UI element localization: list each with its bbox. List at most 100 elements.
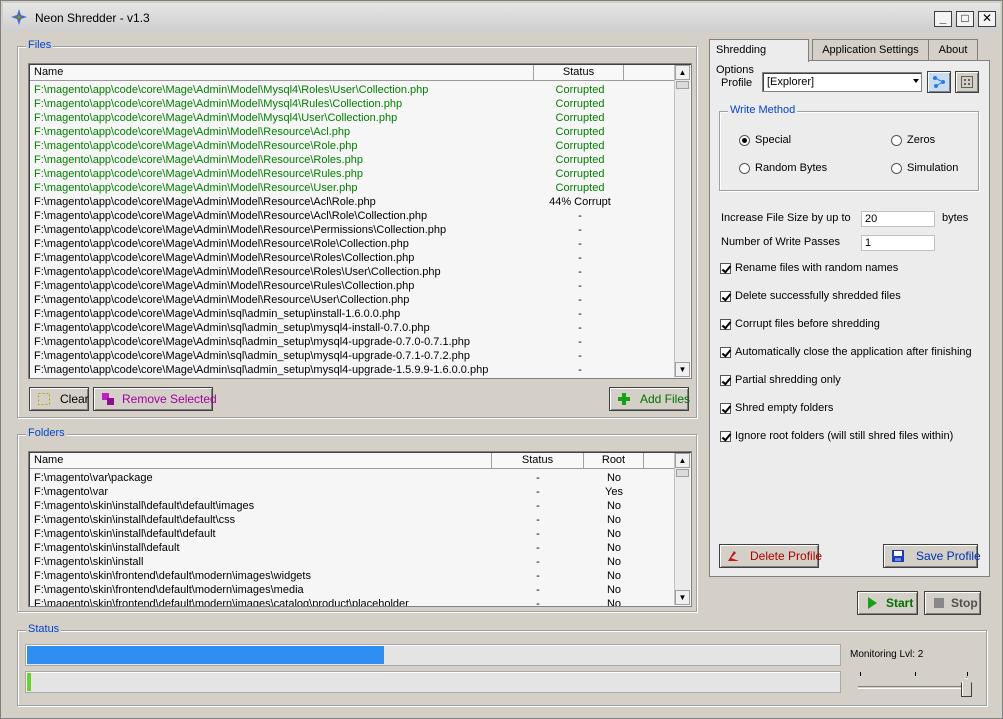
method-zeros-label[interactable]: Zeros: [907, 134, 935, 146]
start-button[interactable]: Start: [857, 591, 918, 615]
folder-row[interactable]: F:\magento\skin\install\default\default\…: [30, 513, 670, 527]
files-group-label: Files: [26, 39, 54, 51]
tab-application-settings[interactable]: Application Settings: [812, 39, 929, 60]
file-row[interactable]: F:\magento\app\code\core\Mage\Admin\Mode…: [30, 111, 670, 125]
save-profile-button[interactable]: Save Profile: [883, 544, 981, 568]
method-special-label[interactable]: Special: [755, 134, 791, 146]
method-random-bytes-label[interactable]: Random Bytes: [755, 162, 827, 174]
add-files-button[interactable]: Add Files: [609, 387, 690, 411]
folder-name: F:\magento\skin\install\default\default\…: [34, 500, 255, 512]
delete-profile-button[interactable]: Delete Profile: [719, 544, 822, 568]
option-checkbox[interactable]: [720, 375, 731, 386]
folder-root: No: [606, 556, 622, 568]
scroll-thumb[interactable]: [676, 81, 689, 89]
passes-input[interactable]: 1: [861, 235, 935, 251]
file-progress-fill: [27, 673, 31, 691]
file-row[interactable]: F:\magento\app\code\core\Mage\Admin\sql\…: [30, 307, 670, 321]
title-bar[interactable]: Neon Shredder - v1.3 _ □ ✕: [3, 3, 1000, 31]
increase-size-input[interactable]: 20: [861, 211, 935, 227]
file-row[interactable]: F:\magento\app\code\core\Mage\Admin\sql\…: [30, 363, 670, 377]
file-row[interactable]: F:\magento\app\code\core\Mage\Admin\Mode…: [30, 237, 670, 251]
option-checkbox[interactable]: [720, 291, 731, 302]
profile-grid-button[interactable]: [955, 71, 979, 93]
file-row[interactable]: F:\magento\app\code\core\Mage\Admin\sql\…: [30, 321, 670, 335]
file-row[interactable]: F:\magento\app\code\core\Mage\Admin\Mode…: [30, 153, 670, 167]
clear-button[interactable]: Clear: [29, 387, 89, 411]
option-checkbox[interactable]: [720, 319, 731, 330]
method-simulation-label[interactable]: Simulation: [907, 162, 958, 174]
scroll-up-icon[interactable]: ▲: [675, 65, 690, 80]
file-row[interactable]: F:\magento\app\code\core\Mage\Admin\Mode…: [30, 97, 670, 111]
file-row[interactable]: F:\magento\app\code\core\Mage\Admin\Mode…: [30, 139, 670, 153]
monitoring-slider-track[interactable]: [858, 686, 971, 689]
files-col-name[interactable]: Name: [30, 65, 534, 81]
file-row[interactable]: F:\magento\app\code\core\Mage\Admin\Mode…: [30, 223, 670, 237]
file-status: -: [578, 252, 582, 264]
folder-row[interactable]: F:\magento\skin\frontend\default\modern\…: [30, 597, 670, 606]
explorer-integration-button[interactable]: [927, 71, 951, 93]
folder-row[interactable]: F:\magento\skin\frontend\default\modern\…: [30, 569, 670, 583]
scroll-up-icon[interactable]: ▲: [675, 453, 690, 468]
files-col-status[interactable]: Status: [534, 65, 624, 81]
file-row[interactable]: F:\magento\app\code\core\Mage\Admin\sql\…: [30, 349, 670, 363]
folders-list[interactable]: Name Status Root F:\magento\var\package -…: [28, 451, 692, 607]
file-row[interactable]: F:\magento\app\code\core\Mage\Admin\Mode…: [30, 181, 670, 195]
folders-col-status[interactable]: Status: [492, 453, 584, 469]
option-checkbox-label[interactable]: Ignore root folders (will still shred fi…: [735, 430, 953, 442]
file-row[interactable]: F:\magento\app\code\core\Mage\Admin\Mode…: [30, 251, 670, 265]
option-checkbox-label[interactable]: Automatically close the application afte…: [735, 346, 972, 358]
option-checkbox-label[interactable]: Corrupt files before shredding: [735, 318, 880, 330]
maximize-button[interactable]: □: [956, 11, 974, 27]
option-checkbox[interactable]: [720, 431, 731, 442]
folder-row[interactable]: F:\magento\var - Yes: [30, 485, 670, 499]
folder-root: No: [606, 514, 622, 526]
method-random-bytes-radio[interactable]: [739, 163, 750, 174]
option-checkbox-label[interactable]: Partial shredding only: [735, 374, 841, 386]
files-list[interactable]: Name Status F:\magento\app\code\core\Mag…: [28, 63, 692, 379]
file-status: -: [578, 322, 582, 334]
file-row[interactable]: F:\magento\app\code\core\Mage\Admin\Mode…: [30, 195, 670, 209]
folders-col-root[interactable]: Root: [584, 453, 644, 469]
monitoring-level-label: Monitoring Lvl: 2: [850, 649, 924, 660]
method-zeros-radio[interactable]: [891, 135, 902, 146]
folders-col-name[interactable]: Name: [30, 453, 492, 469]
files-scrollbar[interactable]: ▲ ▼: [674, 65, 690, 377]
minimize-button[interactable]: _: [934, 11, 952, 27]
file-row[interactable]: F:\magento\app\code\core\Mage\Admin\Mode…: [30, 293, 670, 307]
scroll-down-icon[interactable]: ▼: [675, 362, 690, 377]
folder-row[interactable]: F:\magento\skin\install\default - No: [30, 541, 670, 555]
file-name: F:\magento\app\code\core\Mage\Admin\Mode…: [34, 238, 409, 250]
file-progress-bar: [25, 671, 841, 693]
profile-select[interactable]: [Explorer]: [762, 72, 922, 92]
file-row[interactable]: F:\magento\app\code\core\Mage\Admin\Mode…: [30, 167, 670, 181]
stop-button[interactable]: Stop: [924, 591, 981, 615]
file-row[interactable]: F:\magento\app\code\core\Mage\Admin\sql\…: [30, 335, 670, 349]
scroll-down-icon[interactable]: ▼: [675, 590, 690, 605]
file-row[interactable]: F:\magento\app\code\core\Mage\Admin\Mode…: [30, 279, 670, 293]
option-checkbox-label[interactable]: Delete successfully shredded files: [735, 290, 901, 302]
scroll-thumb[interactable]: [676, 469, 689, 477]
folders-scrollbar[interactable]: ▲ ▼: [674, 453, 690, 605]
folder-row[interactable]: F:\magento\skin\install - No: [30, 555, 670, 569]
file-row[interactable]: F:\magento\app\code\core\Mage\Admin\Mode…: [30, 265, 670, 279]
option-checkbox-label[interactable]: Rename files with random names: [735, 262, 898, 274]
file-row[interactable]: F:\magento\app\code\core\Mage\Admin\Mode…: [30, 83, 670, 97]
file-row[interactable]: F:\magento\app\code\core\Mage\Admin\Mode…: [30, 125, 670, 139]
file-row[interactable]: F:\magento\app\code\core\Mage\Admin\Mode…: [30, 209, 670, 223]
remove-selected-button[interactable]: Remove Selected: [93, 387, 217, 411]
option-checkbox[interactable]: [720, 263, 731, 274]
close-button[interactable]: ✕: [978, 11, 996, 27]
folder-row[interactable]: F:\magento\var\package - No: [30, 471, 670, 485]
method-simulation-radio[interactable]: [891, 163, 902, 174]
option-checkbox[interactable]: [720, 403, 731, 414]
option-checkbox-label[interactable]: Shred empty folders: [735, 402, 833, 414]
option-checkbox[interactable]: [720, 347, 731, 358]
folder-row[interactable]: F:\magento\skin\install\default\default\…: [30, 499, 670, 513]
method-special-radio[interactable]: [739, 135, 750, 146]
folder-row[interactable]: F:\magento\skin\frontend\default\modern\…: [30, 583, 670, 597]
tab-shredding-options[interactable]: Shredding Options: [709, 39, 809, 76]
tab-about[interactable]: About: [928, 39, 978, 60]
status-group: Status: [17, 623, 987, 706]
folder-status: -: [536, 556, 540, 568]
folder-row[interactable]: F:\magento\skin\install\default\default -…: [30, 527, 670, 541]
